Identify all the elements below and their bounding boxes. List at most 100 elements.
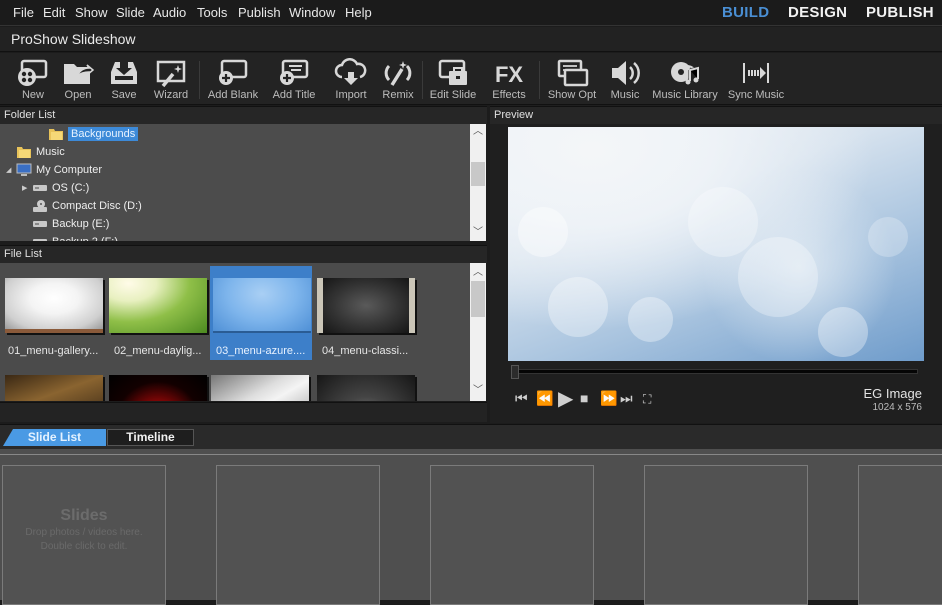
tree-item-os-c[interactable]: ▶ OS (C:)	[22, 179, 89, 197]
cd-drive-icon	[33, 200, 47, 212]
fast-forward-icon[interactable]: ⏩	[600, 390, 617, 407]
mode-design[interactable]: DESIGN	[788, 4, 847, 21]
tree-item-backup-e[interactable]: Backup (E:)	[32, 215, 109, 233]
tree-item-music[interactable]: Music	[16, 143, 65, 161]
show-options-icon	[557, 59, 589, 87]
add-blank-icon	[219, 59, 248, 85]
file-item[interactable]	[317, 375, 417, 401]
computer-icon	[16, 163, 32, 176]
open-button[interactable]: Open	[58, 55, 98, 103]
expand-arrow-icon[interactable]: ◢	[6, 166, 16, 174]
menu-slide[interactable]: Slide	[116, 5, 145, 20]
tree-item-label: Backup (E:)	[52, 218, 110, 230]
menu-audio[interactable]: Audio	[153, 5, 186, 20]
show-options-button[interactable]: Show Opt	[546, 55, 598, 103]
file-thumbnail	[213, 278, 311, 333]
tree-item-label: Backgrounds	[68, 127, 139, 141]
preview-dimensions: 1024 x 576	[872, 402, 923, 413]
toolbar-separator	[199, 61, 200, 99]
tab-timeline[interactable]: Timeline	[107, 429, 194, 446]
slides-hint-drop: Drop photos / videos here.	[25, 527, 143, 538]
add-title-button[interactable]: Add Title	[270, 55, 318, 103]
folder-list-scrollbar[interactable]: ︿ ﹀	[470, 124, 486, 241]
import-label: Import	[335, 89, 367, 101]
menu-bar: File Edit Show Slide Audio Tools Publish…	[0, 0, 942, 26]
rewind-icon[interactable]: ⏪	[536, 390, 553, 407]
edit-slide-button[interactable]: Edit Slide	[428, 55, 478, 103]
music-button[interactable]: Music	[606, 55, 644, 103]
skip-to-start-icon[interactable]: ⏮	[515, 390, 528, 407]
tree-item-label: OS (C:)	[52, 182, 90, 194]
preview-header: Preview	[490, 106, 942, 124]
file-item[interactable]: 04_menu-classi...	[317, 278, 417, 360]
file-thumbnail	[109, 278, 207, 333]
menu-edit[interactable]: Edit	[43, 5, 65, 20]
tree-item-label: Music	[36, 146, 65, 158]
wizard-button[interactable]: Wizard	[150, 55, 192, 103]
new-label: New	[21, 89, 44, 101]
collapse-arrow-icon[interactable]: ▶	[22, 184, 32, 192]
tree-item-label: Backup 2 (F:)	[52, 236, 118, 241]
scroll-down-icon[interactable]: ﹀	[470, 225, 486, 241]
remix-button[interactable]: Remix	[380, 55, 416, 103]
menu-tools[interactable]: Tools	[197, 5, 227, 20]
new-button[interactable]: New	[12, 55, 54, 103]
slide-placeholder[interactable]	[644, 465, 808, 605]
file-thumbnail	[5, 278, 103, 333]
menu-publish[interactable]: Publish	[238, 5, 281, 20]
file-item[interactable]	[109, 375, 209, 401]
mode-publish[interactable]: PUBLISH	[866, 4, 934, 21]
music-library-icon	[671, 62, 700, 85]
skip-to-end-icon[interactable]: ⏭	[620, 390, 633, 407]
remix-label: Remix	[382, 89, 414, 101]
preview-image[interactable]	[508, 127, 924, 361]
scrubber-handle[interactable]	[511, 365, 519, 379]
slide-placeholder[interactable]	[430, 465, 594, 605]
tree-item-compact-disc[interactable]: Compact Disc (D:)	[32, 197, 142, 215]
scroll-down-icon[interactable]: ﹀	[470, 383, 486, 399]
file-item[interactable]: 03_menu-azure....	[213, 278, 313, 360]
menu-window[interactable]: Window	[289, 5, 335, 20]
file-list-header: File List	[0, 245, 487, 263]
effects-label: Effects	[492, 89, 526, 101]
playback-scrubber[interactable]	[513, 369, 918, 374]
title-bar: ProShow Slideshow	[0, 27, 942, 52]
menu-help[interactable]: Help	[345, 5, 372, 20]
slide-placeholder[interactable]	[858, 465, 942, 605]
music-library-button[interactable]: Music Library	[652, 55, 718, 103]
slide-placeholder[interactable]	[216, 465, 380, 605]
folder-tree: Backgrounds Music ◢ My Computer ▶ OS (C:…	[0, 124, 470, 241]
remix-icon	[384, 61, 412, 86]
toolbar-separator	[539, 61, 540, 99]
scroll-up-icon[interactable]: ︿	[470, 124, 486, 140]
music-label: Music	[610, 89, 640, 101]
add-title-icon	[280, 59, 309, 85]
add-blank-button[interactable]: Add Blank	[206, 55, 260, 103]
toolbar: New Open Save Wizard Add Blank Add Title…	[0, 53, 942, 105]
scrollbar-thumb[interactable]	[471, 281, 485, 317]
tree-item-my-computer[interactable]: ◢ My Computer	[6, 161, 102, 179]
tree-item-backup-2-f[interactable]: Backup 2 (F:)	[32, 233, 118, 241]
sync-music-button[interactable]: Sync Music	[726, 55, 786, 103]
import-button[interactable]: Import	[332, 55, 370, 103]
file-item[interactable]: 01_menu-gallery...	[5, 278, 105, 360]
file-item[interactable]	[211, 375, 311, 401]
fullscreen-icon[interactable]: ⛶	[643, 392, 651, 407]
stop-icon[interactable]: ■	[580, 390, 588, 406]
play-icon[interactable]: ▶	[558, 386, 573, 411]
menu-show[interactable]: Show	[75, 5, 108, 20]
slides-placeholder-title: Slides	[60, 507, 108, 524]
effects-button[interactable]: FX Effects	[488, 55, 530, 103]
file-item[interactable]: 02_menu-daylig...	[109, 278, 209, 360]
scrollbar-thumb[interactable]	[471, 162, 485, 186]
tab-slide-list[interactable]: Slide List	[3, 429, 106, 446]
tree-item-backgrounds[interactable]: Backgrounds	[48, 125, 139, 143]
toolbar-separator	[422, 61, 423, 99]
scroll-up-icon[interactable]: ︿	[470, 265, 486, 281]
file-list-scrollbar[interactable]: ︿ ﹀	[470, 263, 486, 401]
mode-build[interactable]: BUILD	[722, 4, 769, 21]
menu-file[interactable]: File	[13, 5, 34, 20]
save-button[interactable]: Save	[104, 55, 144, 103]
file-item[interactable]	[5, 375, 105, 401]
speaker-icon	[612, 61, 640, 85]
